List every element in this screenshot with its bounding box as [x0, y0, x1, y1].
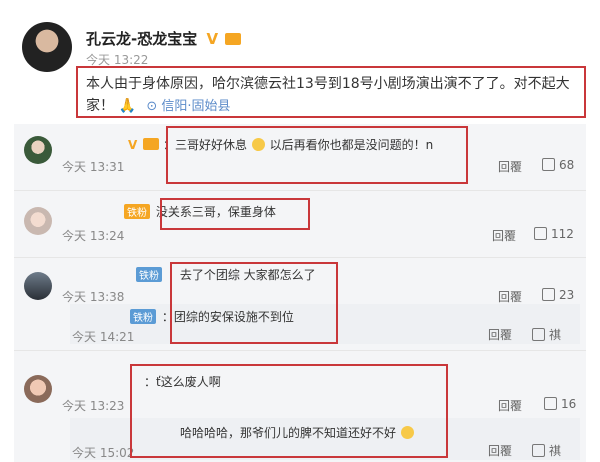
commenter-avatar[interactable] — [24, 136, 52, 164]
thumb-up-icon — [542, 288, 555, 301]
comment-text: 铁粉 ：去了个团综 大家都怎么了 — [136, 266, 316, 283]
thumb-up-icon — [532, 444, 545, 457]
like-button[interactable]: 112 — [534, 227, 574, 241]
comment-text: 铁粉 没关系三哥，保重身体 — [124, 203, 276, 220]
comment-text-body: ：去了个团综 大家都怎么了 — [167, 268, 316, 282]
verified-badge-icon: V — [128, 138, 138, 152]
author-name-text[interactable]: 孔云龙-恐龙宝宝 — [86, 30, 197, 48]
reply-button[interactable]: 回覆 — [488, 326, 512, 343]
commenter-avatar[interactable] — [24, 272, 52, 300]
laugh-emoji-icon — [400, 426, 414, 439]
comment-time: 今天 13:23 — [62, 399, 125, 413]
post-body: 本人由于身体原因，哈尔滨德云社13号到18号小剧场演出演不了了。对不起大家！ 🙏… — [86, 73, 586, 118]
comment-time: 今天 13:31 — [62, 160, 125, 174]
like-button[interactable]: 68 — [542, 158, 574, 172]
reply-button[interactable]: 回覆 — [488, 442, 512, 459]
comment-text-body: ：ť这么废人啊 — [144, 375, 221, 389]
smile-emoji-icon — [251, 138, 265, 151]
like-count: 16 — [561, 397, 577, 411]
thumb-up-icon — [534, 227, 547, 240]
like-label: 祺 — [549, 444, 562, 458]
sub-comment-body: 哈哈哈哈，那爷们儿的脾不知道还好不好 — [180, 426, 397, 440]
sub-comment: 铁粉 ：团综的安保设施不到位 今天 14:21 回覆 祺 — [70, 304, 580, 344]
like-count: 23 — [559, 288, 575, 302]
like-button[interactable]: 16 — [544, 397, 576, 411]
like-button[interactable]: 祺 — [532, 326, 561, 343]
reply-button[interactable]: 回覆 — [492, 227, 516, 244]
comment-text-part2: 以后再看你也都是没问题的！n — [269, 138, 434, 152]
comment-text-part1: ：三哥好好休息 — [162, 138, 247, 152]
fan-badge: 铁粉 — [124, 204, 150, 219]
comment-text: ：ť这么废人啊 — [144, 373, 221, 390]
comment-time: 今天 13:24 — [62, 229, 125, 243]
sub-comment-text: 哈哈哈哈，那爷们儿的脾不知道还好不好 — [180, 424, 415, 441]
weibo-post: 孔云龙-恐龙宝宝 V 今天 13:22 本人由于身体原因，哈尔滨德云社13号到1… — [0, 0, 600, 122]
sub-comment-time: 今天 14:21 — [72, 330, 135, 344]
like-button[interactable]: 23 — [542, 288, 574, 302]
comment-time: 今天 13:38 — [62, 290, 125, 304]
commenter-avatar[interactable] — [24, 207, 52, 235]
sub-comment-text: 铁粉 ：团综的安保设施不到位 — [130, 308, 294, 325]
author-avatar[interactable] — [22, 22, 72, 72]
like-count: 68 — [559, 158, 575, 172]
like-label: 祺 — [549, 328, 562, 342]
comment-item: 铁粉 没关系三哥，保重身体 今天 13:24 回覆 112 — [14, 191, 586, 257]
vip-crown-icon — [225, 33, 242, 45]
location-text[interactable]: 信阳·固始县 — [161, 99, 230, 114]
like-button[interactable]: 祺 — [532, 442, 561, 459]
reply-button[interactable]: 回覆 — [498, 397, 522, 414]
thumb-up-icon — [542, 158, 555, 171]
fan-badge: 铁粉 — [136, 267, 162, 282]
reply-button[interactable]: 回覆 — [498, 288, 522, 305]
vip-crown-icon — [143, 138, 160, 150]
sub-comment-body: ：团综的安保设施不到位 — [161, 310, 294, 324]
comment-text: V ：三哥好好休息 以后再看你也都是没问题的！n — [124, 136, 433, 153]
reply-button[interactable]: 回覆 — [498, 158, 522, 175]
sub-comment: 哈哈哈哈，那爷们儿的脾不知道还好不好 今天 15:02 回覆 祺 — [70, 418, 580, 460]
verified-badge-icon: V — [206, 30, 219, 48]
comment-list: V ：三哥好好休息 以后再看你也都是没问题的！n 今天 13:31 回覆 68 … — [14, 124, 586, 462]
like-count: 112 — [551, 227, 574, 241]
commenter-avatar[interactable] — [24, 375, 52, 403]
sub-comment-time: 今天 15:02 — [72, 446, 135, 460]
author-name[interactable]: 孔云龙-恐龙宝宝 V — [86, 28, 242, 49]
thumb-up-icon — [532, 328, 545, 341]
fan-badge: 铁粉 — [130, 309, 156, 324]
comment-text-body: 没关系三哥，保重身体 — [155, 205, 276, 219]
thumb-up-icon — [544, 397, 557, 410]
pray-emoji-icon: 🙏 — [118, 98, 136, 114]
post-location[interactable]: ⊙ 信阳·固始县 — [146, 99, 230, 114]
comment-item: V ：三哥好好休息 以后再看你也都是没问题的！n 今天 13:31 回覆 68 — [14, 124, 586, 190]
post-timestamp: 今天 13:22 — [86, 53, 149, 67]
